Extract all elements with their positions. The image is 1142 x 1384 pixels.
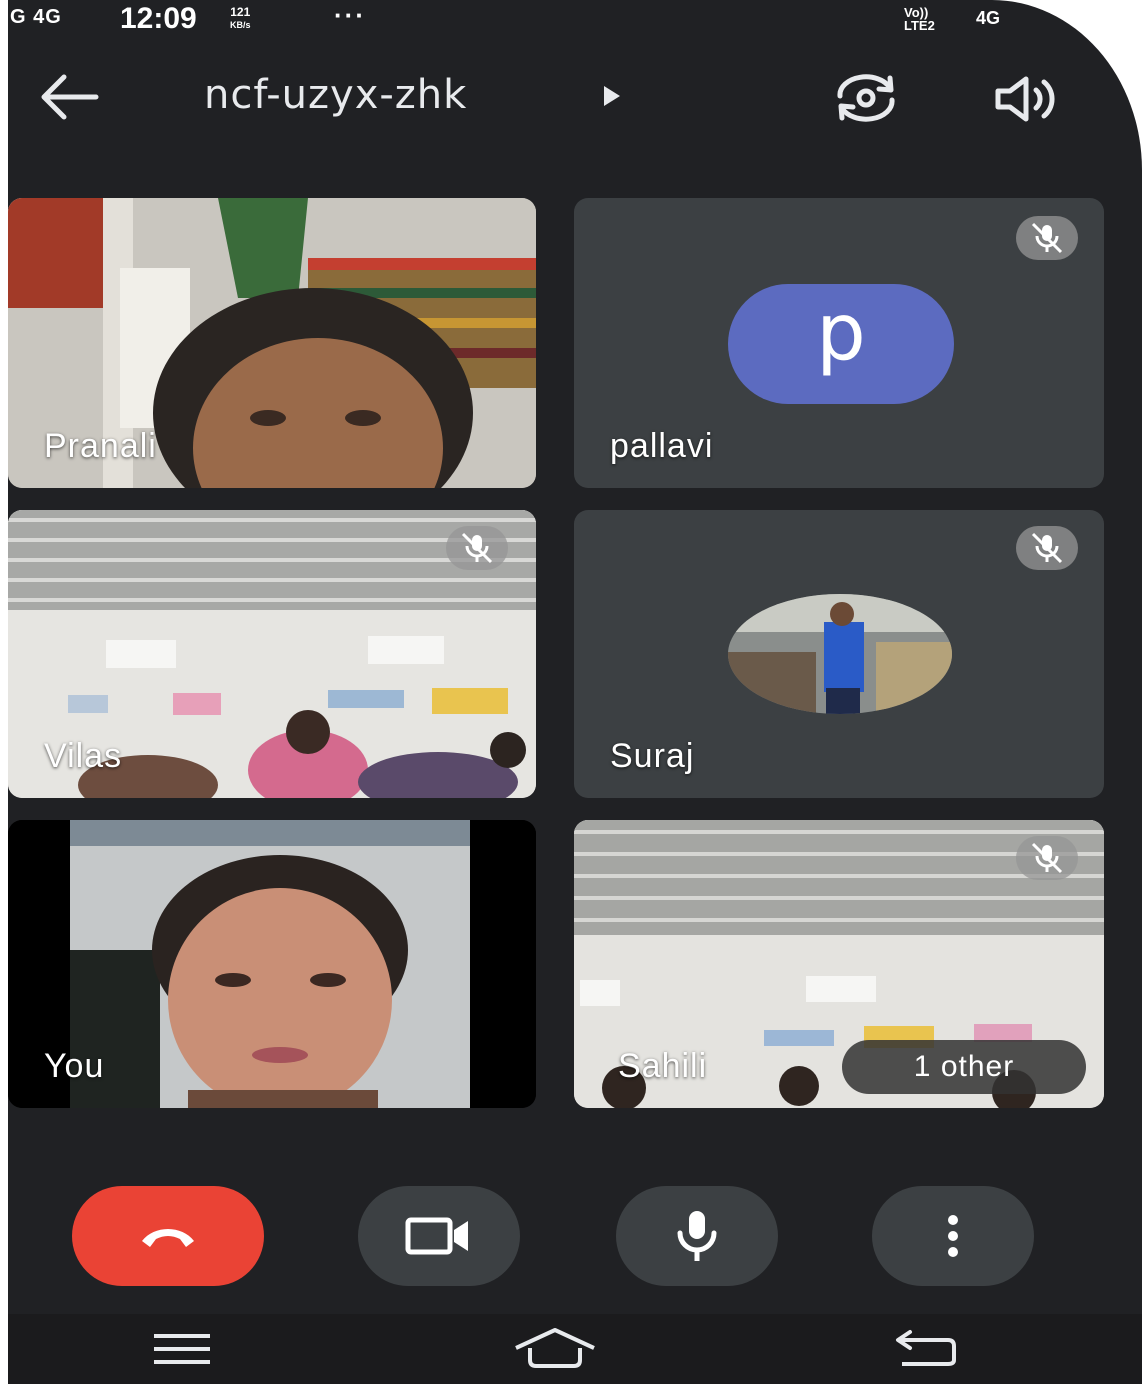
status-bar: G 4G 12:09 121 KB/s ··· Vo)) LTE2 4G — [8, 0, 1142, 40]
participant-name: pallavi — [610, 427, 714, 465]
participant-tile-vilas[interactable]: Vilas — [8, 510, 536, 798]
status-time: 12:09 — [120, 2, 197, 35]
mic-off-indicator — [1016, 216, 1078, 260]
participant-tile-suraj[interactable]: Suraj — [574, 510, 1104, 798]
menu-icon[interactable] — [152, 1332, 212, 1366]
mic-off-indicator — [1016, 526, 1078, 570]
participant-name: Pranali — [44, 427, 157, 465]
participant-name: Suraj — [610, 737, 695, 775]
more-notifications: ··· — [334, 0, 366, 30]
speaker-button[interactable] — [994, 76, 1060, 122]
mic-off-icon — [1031, 532, 1063, 564]
mic-off-icon — [1031, 842, 1063, 874]
network-speed: 121 KB/s — [230, 6, 251, 31]
participant-tile-pranali[interactable]: Pranali — [8, 198, 536, 488]
switch-camera-icon — [837, 74, 895, 122]
camera-button[interactable] — [358, 1186, 520, 1286]
end-call-icon — [142, 1229, 194, 1247]
participant-tile-you[interactable]: You — [8, 820, 536, 1108]
signal-indicator: G 4G — [10, 6, 62, 28]
network-speed-value: 121 — [230, 5, 251, 19]
back-icon[interactable] — [892, 1328, 958, 1368]
more-vertical-icon — [948, 1215, 958, 1257]
mic-off-icon — [461, 532, 493, 564]
participant-name: You — [44, 1047, 105, 1085]
mic-off-icon — [1031, 222, 1063, 254]
meet-call-screen: G 4G 12:09 121 KB/s ··· Vo)) LTE2 4G ncf… — [8, 0, 1142, 1384]
microphone-icon — [677, 1211, 717, 1261]
switch-camera-button[interactable] — [828, 74, 904, 122]
home-icon[interactable] — [510, 1326, 600, 1370]
camera-icon — [405, 1217, 468, 1255]
volte-bottom: LTE2 — [904, 18, 935, 33]
back-button[interactable] — [36, 72, 100, 122]
others-chip[interactable]: 1 other — [842, 1040, 1086, 1094]
network-type: 4G — [976, 8, 1001, 28]
meeting-details-arrow-icon[interactable] — [604, 86, 620, 106]
avatar-initial: p — [816, 288, 866, 378]
microphone-button[interactable] — [616, 1186, 778, 1286]
system-nav-bar — [8, 1314, 1142, 1384]
participant-tile-sahili[interactable]: Sahili 1 other — [574, 820, 1104, 1108]
participant-name: Sahili — [618, 1047, 708, 1085]
participant-avatar: p — [728, 284, 954, 404]
arrow-left-icon — [41, 74, 99, 120]
mic-off-indicator — [446, 526, 508, 570]
meeting-code[interactable]: ncf-uzyx-zhk — [204, 72, 467, 118]
others-count: 1 other — [913, 1050, 1015, 1083]
participant-name: Vilas — [44, 737, 123, 775]
network-speed-unit: KB/s — [230, 20, 251, 30]
mic-off-indicator — [1016, 836, 1078, 880]
call-header: ncf-uzyx-zhk — [8, 50, 1142, 150]
participant-avatar-photo — [728, 594, 952, 714]
participant-tile-pallavi[interactable]: p pallavi — [574, 198, 1104, 488]
speaker-icon — [995, 76, 1055, 122]
volte-indicator: Vo)) LTE2 — [904, 6, 935, 32]
end-call-button[interactable] — [72, 1186, 264, 1286]
more-options-button[interactable] — [872, 1186, 1034, 1286]
